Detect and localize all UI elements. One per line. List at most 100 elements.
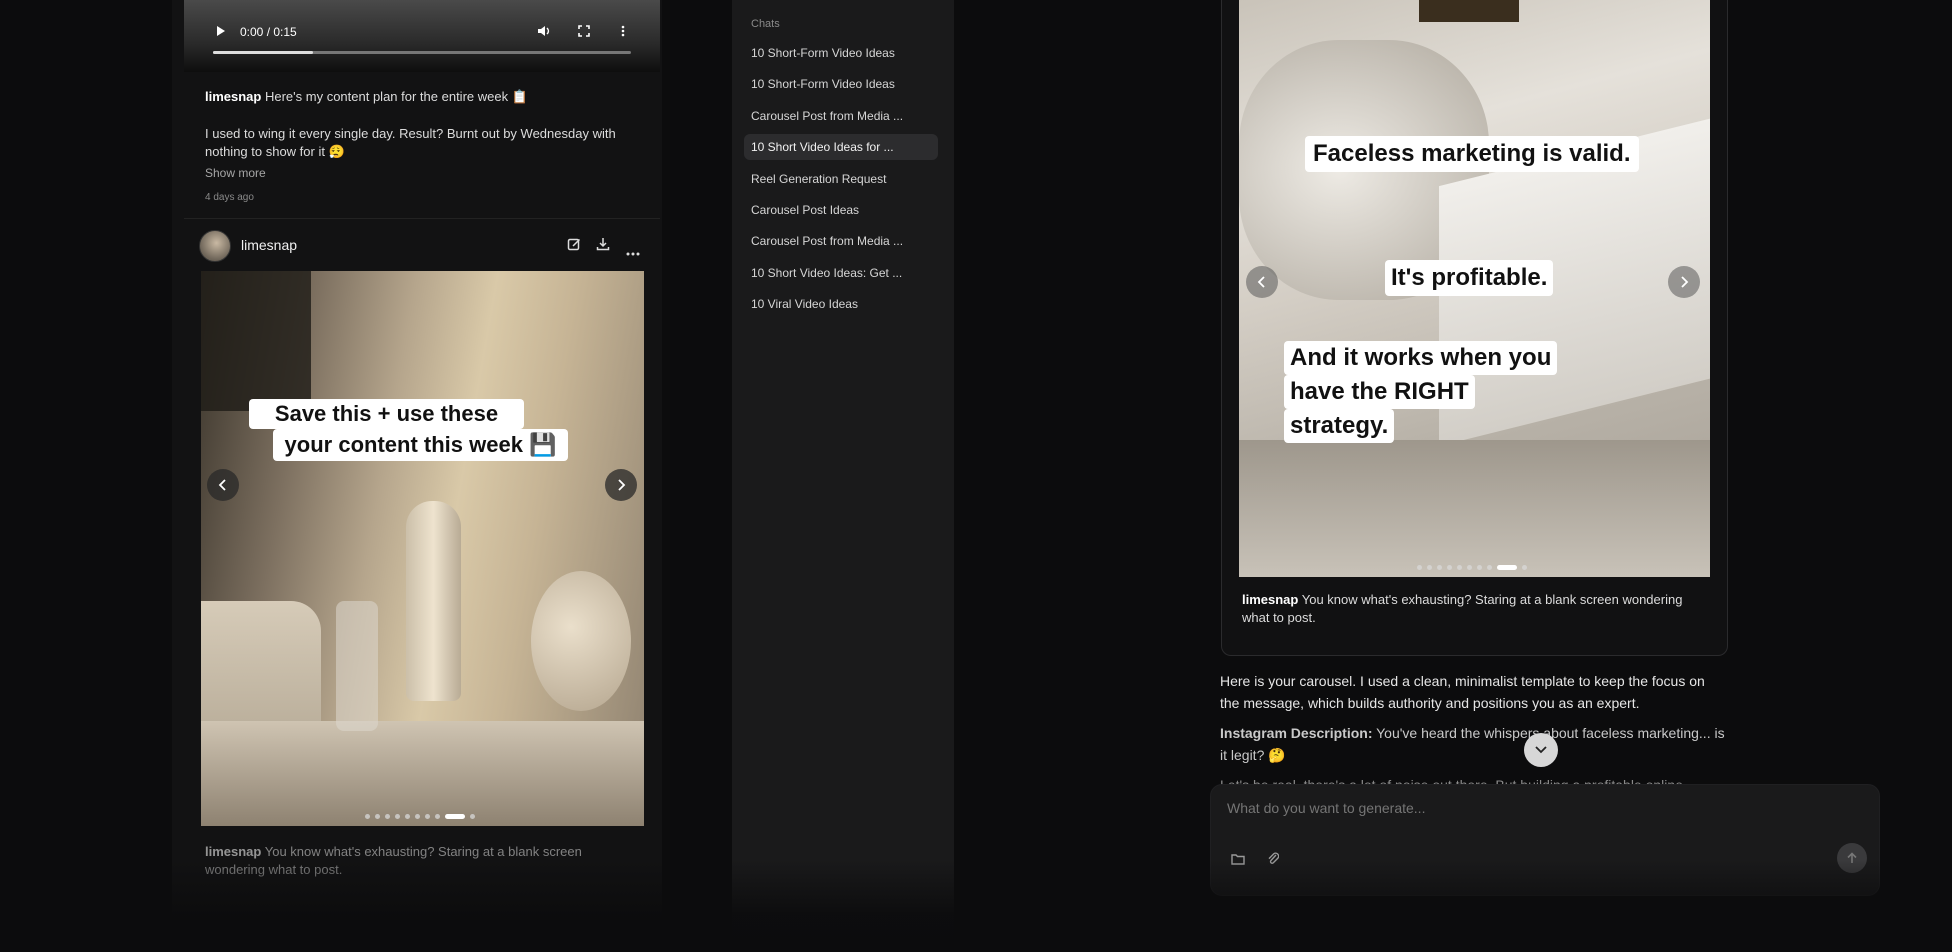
preview-next-button[interactable] [1668, 266, 1700, 298]
pagination-dot[interactable] [395, 814, 400, 819]
carousel-photo-table [201, 721, 644, 826]
pagination-dot[interactable] [1447, 565, 1452, 570]
carousel-photo-frame [201, 271, 311, 411]
preview-overlay-text-3c: strategy. [1284, 409, 1395, 443]
preview-overlay-text-3b: have the RIGHT [1284, 375, 1475, 409]
preview-overlay1: Faceless marketing is valid. [1313, 140, 1631, 167]
instagram-description: Instagram Description: You've heard the … [1220, 722, 1730, 766]
scroll-down-icon [1535, 746, 1547, 754]
carousel-preview-card: Faceless marketing is valid. It's profit… [1221, 0, 1728, 656]
preview-overlay3-line3: strategy. [1290, 412, 1389, 439]
volume-icon[interactable] [537, 24, 551, 42]
post-caption-line1: Here's my content plan for the entire we… [264, 89, 528, 104]
show-more-link[interactable]: Show more [205, 164, 266, 182]
preview-pagination[interactable] [1239, 565, 1710, 571]
video-time: 0:00 / 0:15 [240, 25, 297, 39]
post2-caption: limesnap You know what's exhausting? Sta… [205, 843, 645, 879]
chat-item[interactable]: 10 Viral Video Ideas [744, 291, 938, 317]
video-progress-track[interactable] [213, 51, 631, 54]
carousel-photo-vase [406, 501, 461, 701]
chat-item[interactable]: Carousel Post from Media ... [744, 103, 938, 129]
preview-prev-button[interactable] [1246, 266, 1278, 298]
prompt-box [1210, 784, 1880, 896]
chevron-right-icon [1681, 276, 1689, 288]
pagination-dot[interactable] [1427, 565, 1432, 570]
carousel-next-button[interactable] [605, 469, 637, 501]
paperclip-icon[interactable] [1267, 851, 1280, 870]
post-username[interactable]: limesnap [241, 237, 297, 253]
preview-overlay-text-3a: And it works when you [1284, 341, 1558, 375]
chat-item[interactable]: 10 Short Video Ideas: Get ... [744, 260, 938, 286]
post2-username[interactable]: limesnap [205, 844, 261, 859]
post-caption: limesnap Here's my content plan for the … [205, 88, 645, 106]
carousel-image[interactable]: Save this + use these ideas in your cont… [201, 271, 644, 826]
carousel-overlay-text: Save this + use these ideas in [249, 399, 524, 456]
pagination-dot[interactable] [1457, 565, 1462, 570]
scroll-down-button[interactable] [1524, 733, 1558, 767]
pagination-dot[interactable] [1467, 565, 1472, 570]
divider [184, 218, 660, 219]
pagination-dot[interactable] [365, 814, 370, 819]
edit-icon[interactable] [567, 237, 581, 256]
carousel-pagination[interactable] [201, 814, 644, 820]
preview-caption-text: You know what's exhausting? Staring at a… [1242, 592, 1683, 625]
send-button[interactable] [1837, 843, 1867, 873]
assistant-message: Here is your carousel. I used a clean, m… [1220, 673, 1705, 711]
post2-caption-text: You know what's exhausting? Staring at a… [205, 844, 582, 877]
carousel-photo-bottle [336, 601, 378, 731]
preview-image[interactable]: Faceless marketing is valid. It's profit… [1239, 0, 1710, 577]
chat-item[interactable]: 10 Short-Form Video Ideas [744, 40, 938, 66]
pagination-dot[interactable] [405, 814, 410, 819]
chat-item[interactable]: 10 Short Video Ideas for ... [744, 134, 938, 161]
pagination-dot[interactable] [1437, 565, 1442, 570]
video-progress-fill [213, 51, 314, 54]
preview-overlay-text-1: Faceless marketing is valid. [1305, 136, 1639, 172]
pagination-dot[interactable] [470, 814, 475, 819]
preview-overlay3-line2: have the RIGHT [1290, 378, 1469, 405]
pagination-dot[interactable] [445, 814, 465, 819]
chat-item[interactable]: Reel Generation Request [744, 166, 938, 192]
carousel-photo-round-vase [531, 571, 631, 711]
pagination-dot[interactable] [425, 814, 430, 819]
play-icon[interactable] [216, 24, 226, 42]
chevron-left-icon [218, 479, 226, 491]
preview-overlay-text-2: It's profitable. [1385, 260, 1554, 296]
carousel-overlay-line2: your content this week 💾 [284, 432, 557, 457]
pagination-dot[interactable] [375, 814, 380, 819]
chevron-right-icon [618, 479, 626, 491]
pagination-dot[interactable] [415, 814, 420, 819]
send-icon [1847, 852, 1857, 863]
pagination-dot[interactable] [1417, 565, 1422, 570]
chevron-left-icon [1257, 276, 1265, 288]
more-icon[interactable] [626, 243, 640, 261]
description-label: Instagram Description: [1220, 725, 1373, 741]
carousel-overlay-text-2: your content this week 💾 [273, 429, 568, 461]
pagination-dot[interactable] [1477, 565, 1482, 570]
preview-photo-floor [1239, 440, 1710, 577]
fullscreen-icon[interactable] [578, 24, 590, 42]
prompt-input[interactable] [1225, 797, 1825, 819]
chat-item[interactable]: Carousel Post Ideas [744, 197, 938, 223]
preview-username[interactable]: limesnap [1242, 592, 1298, 607]
preview-overlay2: It's profitable. [1391, 264, 1548, 291]
preview-overlay3-line1: And it works when you [1290, 344, 1552, 371]
download-icon[interactable] [596, 237, 610, 256]
pagination-dot[interactable] [1487, 565, 1492, 570]
folder-icon[interactable] [1231, 852, 1245, 870]
pagination-dot[interactable] [1497, 565, 1517, 570]
pagination-dot[interactable] [435, 814, 440, 819]
chat-item[interactable]: 10 Short-Form Video Ideas [744, 71, 938, 97]
post-timestamp: 4 days ago [205, 192, 254, 203]
post-username[interactable]: limesnap [205, 89, 261, 104]
chats-sidebar: Chats 10 Short-Form Video Ideas 10 Short-… [732, 0, 954, 952]
preview-caption: limesnap You know what's exhausting? Sta… [1242, 591, 1712, 627]
pagination-dot[interactable] [385, 814, 390, 819]
video-player[interactable]: 0:00 / 0:15 [184, 0, 660, 72]
preview-photo-window [1419, 0, 1519, 22]
pagination-dot[interactable] [1522, 565, 1527, 570]
avatar[interactable] [199, 230, 231, 262]
video-more-icon[interactable] [621, 24, 625, 42]
chat-item[interactable]: Carousel Post from Media ... [744, 228, 938, 254]
carousel-prev-button[interactable] [207, 469, 239, 501]
post-caption-body: I used to wing it every single day. Resu… [205, 126, 616, 159]
